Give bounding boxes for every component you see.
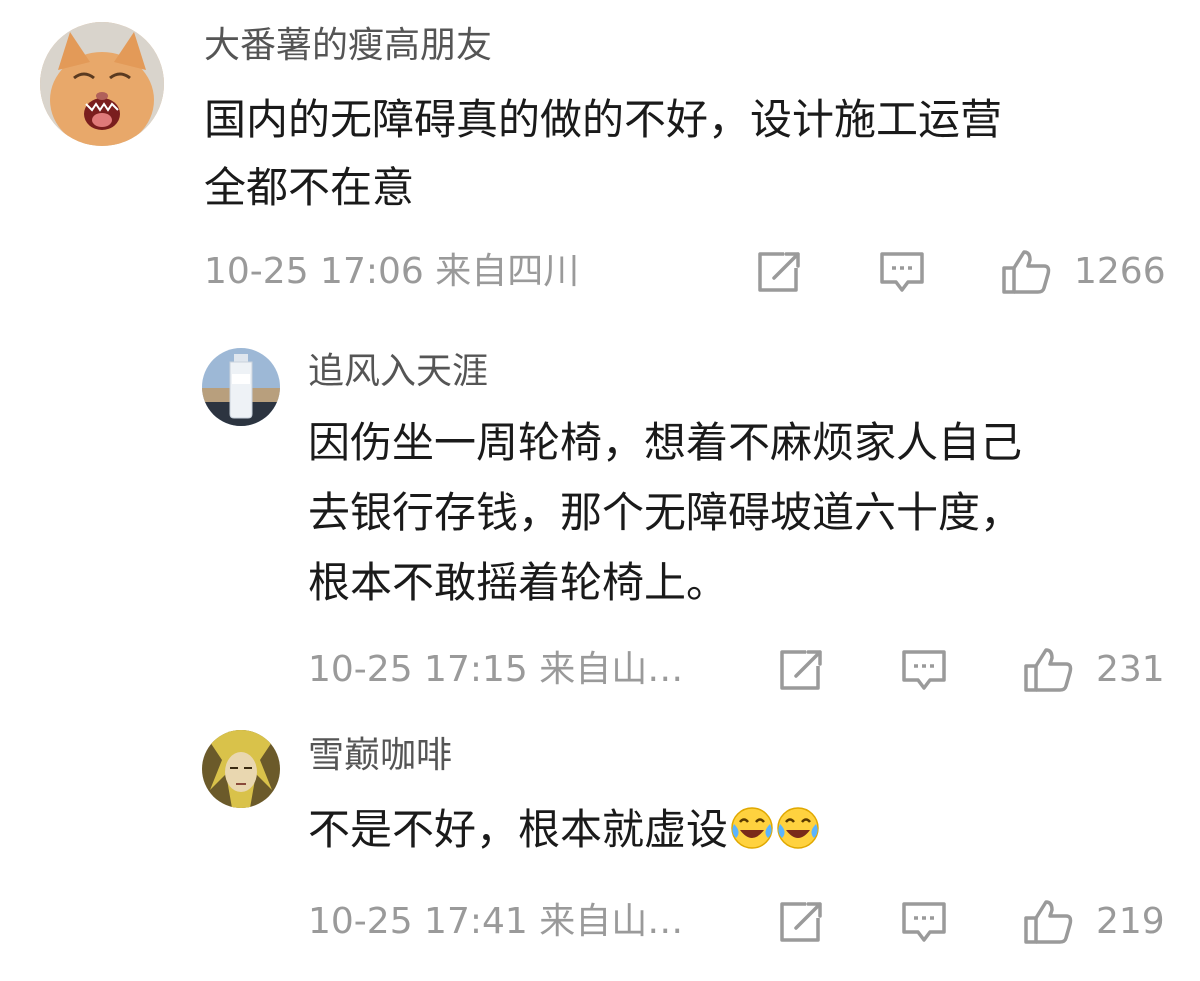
- reply-item: 雪巅咖啡 不是不好，根本就虚设 10-25 17:41 来自山… 219: [0, 720, 1200, 970]
- comment-meta: 10-25 17:06 来自四川: [204, 254, 579, 290]
- location: 来自山…: [539, 649, 684, 690]
- comment-meta: 10-25 17:41 来自山…: [308, 904, 683, 940]
- share-icon[interactable]: [778, 900, 824, 944]
- comment-line: 根本不敢摇着轮椅上。: [308, 558, 729, 607]
- thumbs-up-icon[interactable]: [1000, 248, 1052, 296]
- comment-line: 因伤坐一周轮椅，想着不麻烦家人自己: [308, 418, 1023, 467]
- comment-line: 不是不好，根本就虚设: [308, 805, 729, 854]
- timestamp: 10-25 17:41: [308, 901, 528, 942]
- laugh-cry-emoji-icon: [731, 807, 773, 849]
- comment-body: 国内的无障碍真的做的不好，设计施工运营 全都不在意: [204, 86, 1002, 222]
- avatar[interactable]: [40, 22, 164, 146]
- username[interactable]: 追风入天涯: [308, 354, 488, 390]
- comment-thread: 大番薯的瘦高朋友 国内的无障碍真的做的不好，设计施工运营 全都不在意 10-25…: [0, 0, 1200, 981]
- comment-icon[interactable]: [878, 250, 926, 296]
- like-count: 231: [1096, 649, 1165, 690]
- comment-body: 因伤坐一周轮椅，想着不麻烦家人自己 去银行存钱，那个无障碍坡道六十度， 根本不敢…: [308, 408, 1022, 618]
- like-count: 1266: [1074, 251, 1166, 292]
- thumbs-up-icon[interactable]: [1022, 898, 1074, 946]
- cat-avatar-icon: [40, 22, 164, 146]
- timestamp: 10-25 17:15: [308, 649, 528, 690]
- comment-line: 国内的无障碍真的做的不好，设计施工运营: [204, 95, 1003, 144]
- comment-line: 全都不在意: [204, 163, 415, 212]
- anime-character-avatar-icon: [202, 730, 280, 808]
- avatar[interactable]: [202, 348, 280, 426]
- location: 来自四川: [435, 251, 580, 292]
- share-icon[interactable]: [756, 250, 802, 294]
- comment-line: 去银行存钱，那个无障碍坡道六十度，: [308, 488, 1023, 537]
- like-count: 219: [1096, 901, 1165, 942]
- avatar[interactable]: [202, 730, 280, 808]
- comment-item: 大番薯的瘦高朋友 国内的无障碍真的做的不好，设计施工运营 全都不在意 10-25…: [0, 0, 1200, 310]
- comment-body: 不是不好，根本就虚设: [308, 798, 820, 862]
- comment-icon[interactable]: [900, 648, 948, 694]
- timestamp: 10-25 17:06: [204, 251, 424, 292]
- laugh-cry-emoji-icon: [777, 807, 819, 849]
- thumbs-up-icon[interactable]: [1022, 646, 1074, 694]
- share-icon[interactable]: [778, 648, 824, 692]
- water-bottle-avatar-icon: [202, 348, 280, 426]
- comment-meta: 10-25 17:15 来自山…: [308, 652, 683, 688]
- location: 来自山…: [539, 901, 684, 942]
- username[interactable]: 雪巅咖啡: [308, 738, 452, 774]
- username[interactable]: 大番薯的瘦高朋友: [204, 28, 492, 64]
- reply-item: 追风入天涯 因伤坐一周轮椅，想着不麻烦家人自己 去银行存钱，那个无障碍坡道六十度…: [0, 330, 1200, 700]
- comment-icon[interactable]: [900, 900, 948, 946]
